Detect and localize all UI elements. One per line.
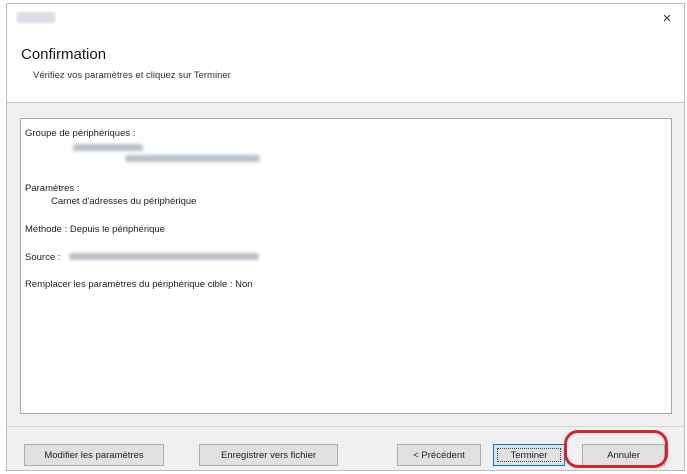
summary-panel[interactable]: Groupe de périphériques : Paramètres : C… <box>20 118 672 414</box>
device-group-address-redacted <box>125 155 260 162</box>
parameters-value: Carnet d'adresses du périphérique <box>51 196 197 207</box>
previous-button[interactable]: < Précédent <box>397 444 481 466</box>
device-group-label: Groupe de périphériques : <box>25 128 136 139</box>
page-title: Confirmation <box>21 46 107 63</box>
title-bar: × <box>7 4 684 34</box>
modify-settings-button[interactable]: Modifier les paramètres <box>24 444 164 466</box>
finish-button[interactable]: Terminer <box>493 444 565 466</box>
close-icon: × <box>662 10 672 27</box>
device-group-name-redacted <box>73 144 143 151</box>
save-to-file-button[interactable]: Enregistrer vers fichier <box>199 444 338 466</box>
button-bar: Modifier les paramètres Enregistrer vers… <box>7 426 684 473</box>
wizard-header: Confirmation Vérifiez vos paramètres et … <box>7 34 684 103</box>
close-button[interactable]: × <box>650 4 684 34</box>
replace-settings-line: Remplacer les paramètres du périphérique… <box>25 279 253 290</box>
source-label: Source : <box>25 252 61 263</box>
window-title-redacted <box>17 12 55 23</box>
method-line: Méthode : Depuis le périphérique <box>25 224 165 235</box>
finish-button-label: Terminer <box>510 450 548 461</box>
page-subtitle: Vérifiez vos paramètres et cliquez sur T… <box>33 70 231 81</box>
source-value-redacted <box>69 253 259 260</box>
cancel-button[interactable]: Annuler <box>582 444 665 466</box>
dialog-window: × Confirmation Vérifiez vos paramètres e… <box>6 3 685 471</box>
parameters-label: Paramètres : <box>25 183 80 194</box>
